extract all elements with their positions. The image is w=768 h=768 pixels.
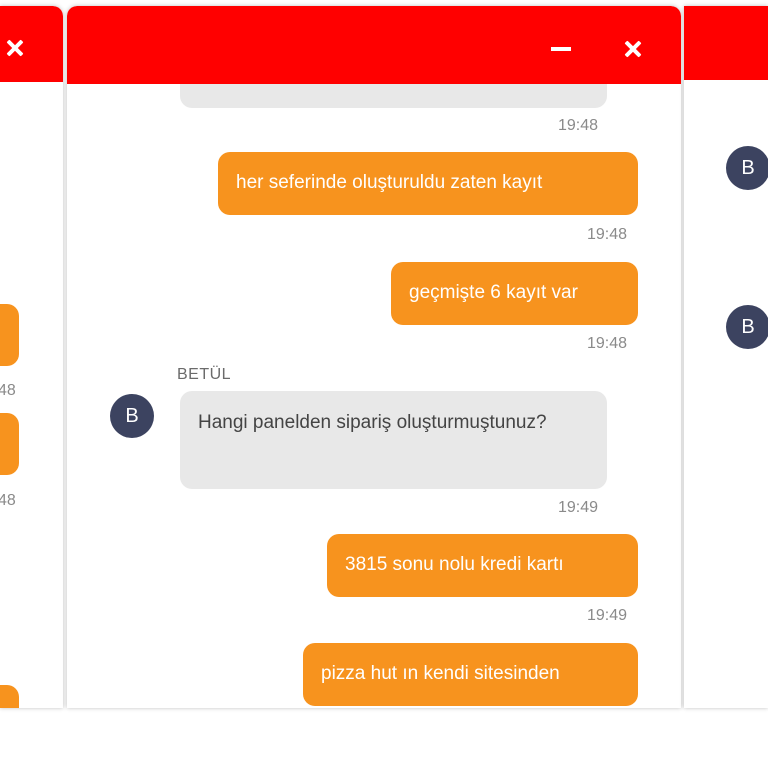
message-text: pizza hut ın kendi sitesinden [321, 663, 560, 684]
outgoing-bubble-partial [0, 413, 19, 475]
message-time: 19:48 [558, 117, 599, 134]
avatar: B [110, 394, 154, 438]
message-time: 19:49 [558, 499, 599, 516]
outgoing-bubble-partial [0, 685, 19, 708]
avatar: B [726, 305, 768, 349]
outgoing-bubble-partial [0, 304, 19, 366]
message-time: 19:48 [587, 226, 628, 243]
message-time: 19:49 [587, 607, 628, 624]
outgoing-bubble: 3815 sonu nolu kredi kartı [327, 534, 638, 597]
chat-window-left: 48 48 [0, 6, 63, 708]
outgoing-bubble: geçmişte 6 kayıt var [391, 262, 638, 325]
close-icon[interactable] [6, 39, 24, 57]
message-time: 19:48 [587, 335, 628, 352]
outgoing-bubble: her seferinde oluşturuldu zaten kayıt [218, 152, 638, 215]
chat-window-left-titlebar [0, 6, 63, 82]
message-time: 48 [0, 492, 16, 509]
sender-name: BETÜL [177, 366, 232, 383]
chat-window-main-titlebar [67, 6, 681, 84]
chat-window-main: 19:48 her seferinde oluşturuldu zaten ka… [67, 6, 681, 708]
message-list[interactable]: 19:48 her seferinde oluşturuldu zaten ka… [67, 84, 681, 708]
message-time: 48 [0, 382, 16, 399]
incoming-bubble: Hangi panelden sipariş oluşturmuştunuz? [180, 391, 607, 489]
incoming-bubble [180, 84, 607, 108]
message-text: Hangi panelden sipariş oluşturmuştunuz? [198, 412, 547, 433]
chat-window-right: B B [684, 6, 768, 708]
minimize-icon[interactable] [551, 47, 571, 51]
message-text: her seferinde oluşturuldu zaten kayıt [236, 172, 543, 193]
message-text: 3815 sonu nolu kredi kartı [345, 554, 564, 575]
outgoing-bubble: pizza hut ın kendi sitesinden [303, 643, 638, 706]
message-text: geçmişte 6 kayıt var [409, 282, 578, 303]
avatar: B [726, 146, 768, 190]
close-icon[interactable] [624, 40, 642, 58]
chat-window-right-titlebar [684, 6, 768, 80]
